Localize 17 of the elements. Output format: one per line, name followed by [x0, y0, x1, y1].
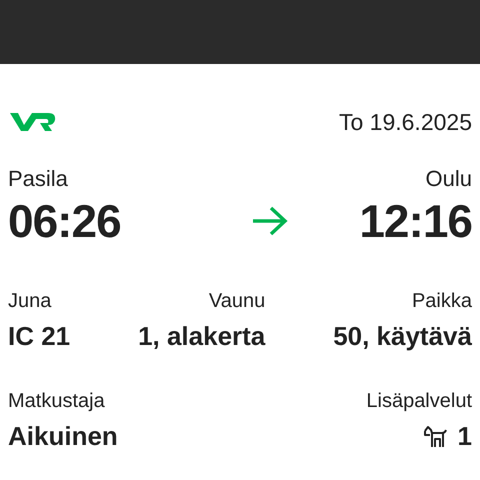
- detail-label: Juna: [8, 290, 52, 313]
- detail-label: Paikka: [412, 290, 472, 313]
- arrival-time: 12:16: [359, 194, 472, 248]
- extras-count: 1: [458, 421, 472, 452]
- extras-label: Lisäpalvelut: [366, 390, 472, 413]
- passenger-type: Aikuinen: [8, 421, 118, 452]
- arrow-right-icon: [251, 205, 289, 237]
- detail-value: 1, alakerta: [138, 321, 266, 352]
- departure-time: 06:26: [8, 194, 121, 248]
- detail-value: 50, käytävä: [333, 321, 472, 352]
- detail-value: IC 21: [8, 321, 70, 352]
- departure-station: Pasila: [8, 166, 68, 192]
- passenger-label: Matkustaja: [8, 390, 105, 413]
- travel-date: To 19.6.2025: [338, 108, 472, 136]
- dog-icon: [422, 424, 448, 448]
- arrival-station: Oulu: [426, 166, 472, 192]
- detail-label: Vaunu: [208, 290, 266, 313]
